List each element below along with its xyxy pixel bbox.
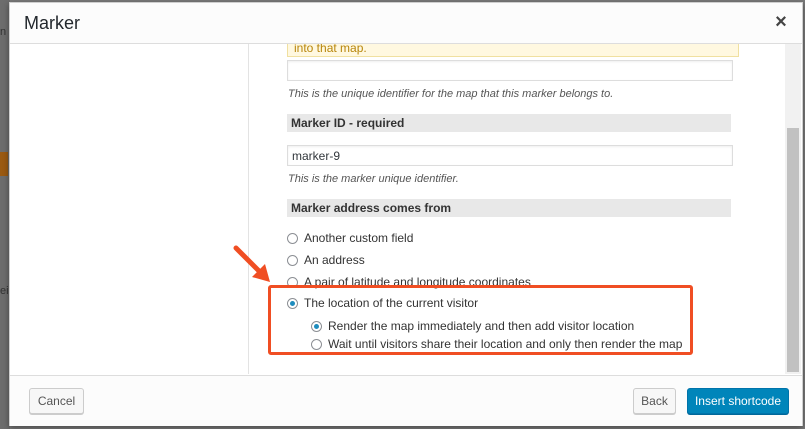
- marker-id-description: This is the marker unique identifier.: [288, 173, 459, 185]
- scrollbar-thumb[interactable]: [787, 128, 799, 372]
- radio-button[interactable]: [287, 276, 298, 288]
- radio-button-selected[interactable]: [311, 320, 322, 332]
- back-button[interactable]: Back: [633, 388, 676, 414]
- modal-title: Marker: [24, 13, 81, 33]
- background-text-fragment: ei: [0, 285, 9, 297]
- map-id-input[interactable]: [287, 60, 733, 81]
- radio-label: An address: [304, 253, 365, 267]
- radio-option-address[interactable]: An address: [287, 253, 365, 267]
- form-content: into that map. This is the unique identi…: [249, 44, 794, 374]
- close-icon[interactable]: ×: [770, 10, 792, 34]
- radio-label: The location of the current visitor: [304, 296, 479, 310]
- radio-option-coordinates[interactable]: A pair of latitude and longitude coordin…: [287, 275, 531, 289]
- background-text-fragment: n: [0, 26, 7, 38]
- radio-label: Another custom field: [304, 231, 414, 245]
- modal-footer: Cancel Back Insert shortcode: [10, 375, 802, 426]
- radio-option-render-immediately[interactable]: Render the map immediately and then add …: [311, 319, 634, 333]
- radio-button-selected[interactable]: [287, 297, 298, 309]
- marker-id-heading: Marker ID - required: [287, 114, 731, 132]
- map-id-description: This is the unique identifier for the ma…: [288, 88, 614, 100]
- radio-label: A pair of latitude and longitude coordin…: [304, 275, 531, 289]
- address-source-heading: Marker address comes from: [287, 199, 731, 217]
- radio-option-custom-field[interactable]: Another custom field: [287, 231, 413, 245]
- radio-label: Wait until visitors share their location…: [328, 337, 683, 351]
- content-scrollbar[interactable]: [785, 44, 801, 374]
- background-accent: [0, 152, 8, 176]
- cancel-button[interactable]: Cancel: [29, 388, 84, 414]
- radio-button[interactable]: [287, 232, 298, 244]
- left-pane: [10, 44, 249, 374]
- radio-option-visitor-location[interactable]: The location of the current visitor: [287, 296, 478, 310]
- annotation-arrow-icon: [233, 245, 270, 282]
- modal-header: Marker ×: [10, 3, 802, 44]
- radio-option-wait-for-share[interactable]: Wait until visitors share their location…: [311, 337, 682, 351]
- notice-box: into that map.: [287, 44, 739, 57]
- marker-id-input[interactable]: [287, 145, 733, 166]
- marker-modal: Marker × into that map. This is the uniq…: [9, 2, 803, 426]
- radio-button[interactable]: [311, 338, 322, 350]
- radio-label: Render the map immediately and then add …: [328, 319, 635, 333]
- radio-button[interactable]: [287, 254, 298, 266]
- insert-shortcode-button[interactable]: Insert shortcode: [687, 388, 789, 414]
